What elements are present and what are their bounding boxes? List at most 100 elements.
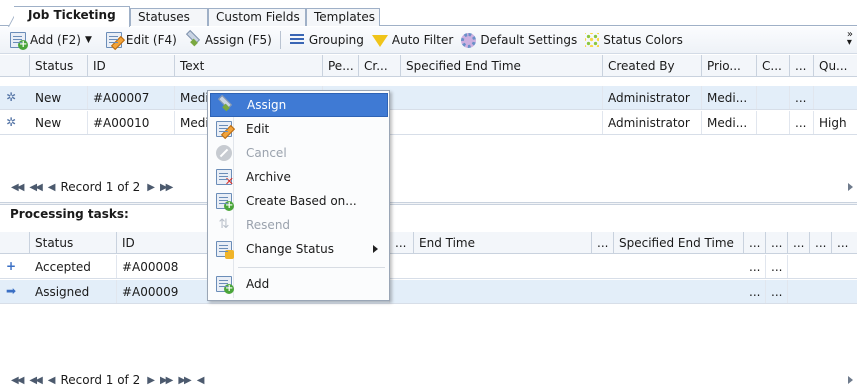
grouping-button-label: Grouping — [308, 33, 364, 47]
column-header-end-time[interactable]: End Time — [414, 232, 592, 254]
processing-grid-header: Status ID ... End Time ... Specified End… — [0, 232, 857, 254]
column-header-more[interactable]: ... — [788, 232, 810, 254]
cell-specified-end-time — [401, 86, 603, 109]
cell-more: ... — [790, 111, 814, 134]
column-header-qu[interactable]: Qu... — [814, 55, 857, 77]
edit-document-icon — [105, 32, 122, 48]
cell-more: ... — [744, 280, 766, 303]
jobs-record-navigator: ◀◀ ◀◀ ◀ Record 1 of 2 ▶ ▶▶ — [0, 177, 857, 197]
create-based-on-icon: + — [216, 193, 234, 211]
default-settings-button[interactable]: Default Settings — [461, 32, 578, 48]
table-row[interactable]: + Accepted #A00008 ... ... — [0, 255, 857, 279]
filter-icon — [371, 35, 388, 47]
column-header-more[interactable]: ... — [790, 55, 814, 77]
add-button[interactable]: + Add (F2) ▼ — [10, 32, 98, 50]
menu-item-cancel[interactable]: Cancel — [210, 142, 388, 166]
cell-status: New — [30, 86, 88, 109]
first-record-icon[interactable]: ◀◀ — [11, 182, 24, 193]
cell-priority: Medi... — [702, 111, 757, 134]
previous-record-icon[interactable]: ◀ — [48, 182, 56, 193]
previous-record-icon[interactable]: ◀ — [48, 375, 56, 385]
grouping-button[interactable]: Grouping — [289, 33, 364, 47]
next-record-icon[interactable]: ▶ — [147, 375, 155, 385]
submenu-arrow-icon — [373, 245, 378, 253]
table-row[interactable]: ✲ New #A00007 Medi Administrator Medi...… — [0, 86, 857, 110]
menu-item-label: Change Status — [246, 242, 334, 256]
tab-strip: Job Ticketing Statuses Custom Fields Tem… — [0, 0, 857, 27]
next-record-icon[interactable]: ▶ — [147, 182, 155, 193]
auto-filter-button[interactable]: Auto Filter — [371, 33, 454, 47]
gear-status-icon: ✲ — [5, 90, 17, 104]
column-header-status[interactable]: Status — [30, 232, 117, 254]
previous-record-icon[interactable]: ◀ — [197, 375, 205, 385]
cell-qu: High — [819, 116, 847, 130]
column-header-specified-end-time[interactable]: Specified End Time — [401, 55, 603, 77]
edit-button[interactable]: Edit (F4) — [105, 32, 177, 48]
grouping-icon — [289, 33, 305, 47]
scroll-right-icon[interactable] — [848, 376, 853, 384]
assign-button-label: Assign (F5) — [204, 33, 272, 47]
status-colors-icon — [585, 33, 600, 47]
table-row[interactable]: ➡ Assigned #A00009 ... ... — [0, 280, 857, 304]
record-counter: Record 1 of 2 — [60, 180, 141, 194]
gear-status-icon: ✲ — [5, 115, 17, 129]
column-header-id[interactable]: ID — [88, 55, 175, 77]
menu-item-create-based-on[interactable]: + Create Based on... — [210, 190, 388, 214]
cell-created-by: Administrator — [603, 86, 702, 109]
column-header-created-by[interactable]: Created By — [603, 55, 702, 77]
toolbar: + Add (F2) ▼ Edit (F4) Assign (F5) Group… — [0, 27, 857, 54]
auto-filter-button-label: Auto Filter — [391, 33, 454, 47]
menu-item-archive[interactable]: Archive — [210, 166, 388, 190]
cell-qu — [814, 86, 857, 109]
add-dropdown-icon[interactable]: ▼ — [85, 35, 92, 45]
default-settings-button-label: Default Settings — [480, 33, 578, 47]
cell-created-by: Administrator — [603, 111, 702, 134]
menu-item-edit[interactable]: Edit — [210, 118, 388, 142]
column-header-more[interactable]: ... — [832, 232, 857, 254]
splitter[interactable] — [0, 202, 857, 205]
table-row[interactable]: ✲ New #A00010 Medi Administrator Medi...… — [0, 111, 857, 135]
record-counter: Record 1 of 2 — [60, 373, 141, 385]
tab-custom-fields[interactable]: Custom Fields — [208, 8, 306, 26]
tab-statuses[interactable]: Statuses — [130, 8, 208, 26]
toolbar-overflow-icon[interactable]: » ▾ — [847, 30, 853, 48]
tab-templates[interactable]: Templates — [306, 8, 380, 26]
column-header-priority[interactable]: Prio... — [702, 55, 757, 77]
settings-gear-icon — [461, 32, 477, 48]
assign-icon — [217, 97, 233, 113]
previous-page-icon[interactable]: ◀◀ — [29, 375, 42, 385]
scroll-right-icon[interactable] — [848, 183, 853, 191]
cell-status: Accepted — [30, 255, 117, 278]
cell-status: Assigned — [30, 280, 117, 303]
menu-item-label: Resend — [246, 218, 291, 232]
column-header-status[interactable]: Status — [30, 55, 88, 77]
previous-page-icon[interactable]: ◀◀ — [29, 182, 42, 193]
column-header-text[interactable]: Text — [175, 55, 323, 77]
column-header-specified-end-time[interactable]: Specified End Time — [614, 232, 744, 254]
status-colors-button[interactable]: Status Colors — [585, 33, 683, 47]
next-page-icon[interactable]: ▶▶ — [160, 182, 173, 193]
add-document-icon: + — [10, 32, 28, 50]
menu-item-change-status[interactable]: Change Status — [210, 238, 388, 262]
last-record-icon[interactable]: ▶▶ — [178, 375, 191, 385]
tab-job-ticketing[interactable]: Job Ticketing — [14, 6, 130, 27]
cell-c — [757, 111, 790, 134]
assign-icon — [185, 32, 201, 48]
menu-item-resend[interactable]: ⇅ Resend — [210, 214, 388, 238]
column-header-cr[interactable]: Cr... — [359, 55, 401, 77]
menu-item-add[interactable]: + Add — [210, 273, 388, 297]
column-header-c[interactable]: C... — [757, 55, 790, 77]
assign-button[interactable]: Assign (F5) — [185, 32, 272, 48]
column-header-more[interactable]: ... — [592, 232, 614, 254]
column-header-more[interactable]: ... — [744, 232, 766, 254]
menu-item-assign[interactable]: Assign — [210, 93, 388, 117]
column-header-more[interactable]: ... — [390, 232, 414, 254]
menu-item-label: Assign — [247, 98, 287, 112]
column-header-more[interactable]: ... — [766, 232, 788, 254]
column-header-more[interactable]: ... — [810, 232, 832, 254]
cell-id: #A00007 — [88, 86, 175, 109]
next-page-icon[interactable]: ▶▶ — [160, 375, 173, 385]
first-record-icon[interactable]: ◀◀ — [11, 375, 24, 385]
column-header-pe[interactable]: Pe... — [323, 55, 359, 77]
cell-more: ... — [790, 86, 814, 109]
